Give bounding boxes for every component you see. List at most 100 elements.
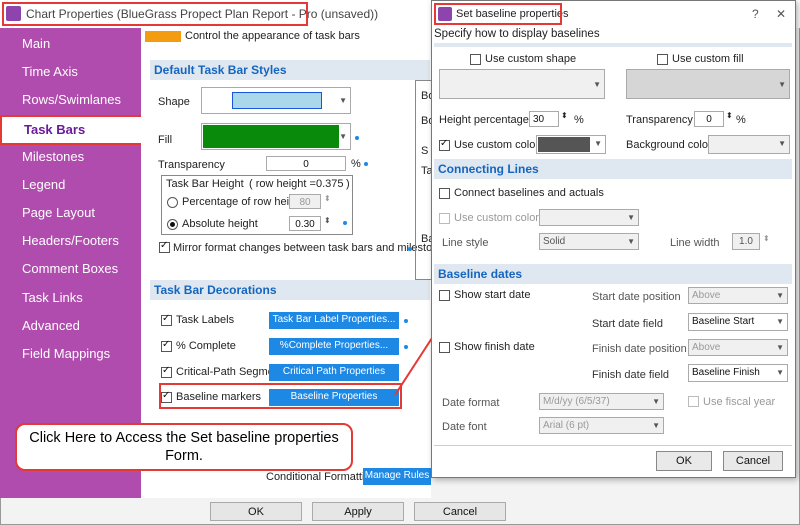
- line-color-dropdown[interactable]: ▼: [539, 209, 639, 226]
- cancel-button[interactable]: Cancel: [414, 502, 506, 521]
- chevron-down-icon: ▼: [339, 96, 347, 105]
- use-fiscal-year-checkbox[interactable]: [688, 396, 699, 407]
- percent-row-input[interactable]: 80: [289, 194, 321, 209]
- spinner-icon[interactable]: ⬍: [726, 111, 733, 120]
- info-dot: [408, 247, 412, 251]
- shape-dropdown[interactable]: ▼: [201, 87, 351, 114]
- task-labels-checkbox[interactable]: [161, 313, 172, 326]
- sidebar-item-task-links[interactable]: Task Links: [0, 285, 141, 311]
- critical-path-checkbox[interactable]: [161, 365, 172, 378]
- sidebar-item-time-axis[interactable]: Time Axis: [0, 59, 141, 85]
- percent-complete-checkbox[interactable]: [161, 339, 172, 352]
- ok-button[interactable]: OK: [210, 502, 302, 521]
- use-custom-color-label: Use custom color: [454, 139, 539, 151]
- sidebar-item-task-bars[interactable]: Task Bars: [0, 115, 146, 145]
- critical-path-properties-button[interactable]: Critical Path Properties: [269, 364, 399, 381]
- task-bar-swatch-icon: [145, 31, 181, 42]
- line-width-input[interactable]: 1.0: [732, 233, 760, 250]
- chevron-down-icon: ▼: [776, 343, 784, 352]
- spinner-icon[interactable]: ⬍: [324, 216, 331, 225]
- sidebar-item-milestones[interactable]: Milestones: [0, 144, 141, 170]
- absolute-height-radio[interactable]: [167, 219, 178, 230]
- chevron-down-icon: ▼: [627, 213, 635, 222]
- date-format-dropdown[interactable]: M/d/yy (6/5/37) ▼: [539, 393, 664, 410]
- connect-baselines-label: Connect baselines and actuals: [454, 187, 604, 199]
- sidebar-item-main[interactable]: Main: [0, 31, 141, 57]
- close-icon[interactable]: ✕: [776, 7, 786, 21]
- absolute-height-label: Absolute height: [182, 218, 258, 230]
- title-highlight: [2, 2, 308, 26]
- absolute-height-input[interactable]: 0.30: [289, 216, 321, 231]
- callout-box: Click Here to Access the Set baseline pr…: [15, 423, 353, 471]
- sidebar-item-comment-boxes[interactable]: Comment Boxes: [0, 256, 141, 282]
- chevron-down-icon: ▼: [339, 132, 347, 141]
- custom-fill-dropdown[interactable]: ▼: [626, 69, 790, 99]
- shape-preview: [232, 92, 322, 109]
- sidebar-item-rows-swimlanes[interactable]: Rows/Swimlanes: [0, 87, 141, 113]
- percent-row-label: Percentage of row height: [182, 196, 305, 208]
- finish-date-field-label: Finish date field: [592, 369, 670, 381]
- spinner-icon[interactable]: ⬍: [763, 234, 770, 243]
- custom-color-dropdown[interactable]: ▼: [536, 135, 606, 154]
- start-date-field-label: Start date field: [592, 318, 663, 330]
- use-custom-color-checkbox[interactable]: [439, 138, 450, 151]
- use-custom-shape-checkbox[interactable]: [470, 54, 481, 65]
- sidebar-item-page-layout[interactable]: Page Layout: [0, 200, 141, 226]
- date-font-dropdown[interactable]: Arial (6 pt) ▼: [539, 417, 664, 434]
- finish-date-position-label: Finish date position: [592, 343, 687, 355]
- height-percentage-input[interactable]: 30: [529, 111, 559, 127]
- finish-date-field-value: Baseline Finish: [692, 367, 760, 378]
- baseline-highlight: [159, 383, 402, 409]
- dialog-cancel-button[interactable]: Cancel: [723, 451, 783, 471]
- divider: [434, 43, 792, 47]
- use-custom-fill-checkbox[interactable]: [657, 54, 668, 65]
- manage-rules-button[interactable]: Manage Rules: [363, 468, 431, 485]
- start-date-field-dropdown[interactable]: Baseline Start ▼: [688, 313, 788, 331]
- background-color-dropdown[interactable]: ▼: [708, 135, 790, 154]
- percent-row-radio[interactable]: [167, 197, 178, 208]
- show-finish-date-checkbox[interactable]: [439, 342, 450, 353]
- date-font-label: Date font: [442, 421, 487, 433]
- chevron-down-icon: ▼: [776, 368, 784, 377]
- mirror-checkbox[interactable]: [159, 240, 170, 253]
- sidebar-item-field-mappings[interactable]: Field Mappings: [0, 341, 141, 367]
- dialog-title-highlight: [434, 3, 562, 25]
- custom-shape-dropdown[interactable]: ▼: [439, 69, 605, 99]
- task-bar-label-properties-button[interactable]: Task Bar Label Properties...: [269, 312, 399, 329]
- percent-complete-label: % Complete: [176, 340, 236, 352]
- info-dot: [364, 162, 368, 166]
- finish-date-position-dropdown[interactable]: Above ▼: [688, 339, 788, 356]
- fill-color-preview: [203, 125, 339, 148]
- sidebar-item-headers-footers[interactable]: Headers/Footers: [0, 228, 141, 254]
- conditional-formatting-label: Conditional Formatting: [266, 471, 377, 483]
- connect-baselines-checkbox[interactable]: [439, 188, 450, 199]
- show-start-date-label: Show start date: [454, 289, 531, 301]
- line-style-value: Solid: [543, 236, 566, 247]
- start-date-field-value: Baseline Start: [692, 316, 755, 327]
- sidebar-item-legend[interactable]: Legend: [0, 172, 141, 198]
- dialog-transparency-input[interactable]: 0: [694, 111, 724, 127]
- finish-date-field-dropdown[interactable]: Baseline Finish ▼: [688, 364, 788, 382]
- percent-complete-properties-button[interactable]: %Complete Properties...: [269, 338, 399, 355]
- row-height-note: ( row height =: [249, 178, 316, 190]
- show-start-date-checkbox[interactable]: [439, 290, 450, 301]
- help-icon[interactable]: ?: [752, 7, 759, 21]
- apply-button[interactable]: Apply: [312, 502, 404, 521]
- height-group-label: Task Bar Height: [166, 178, 244, 190]
- chevron-down-icon: ▼: [627, 237, 635, 246]
- fill-dropdown[interactable]: ▼: [201, 123, 351, 150]
- spinner-icon[interactable]: ⬍: [324, 194, 331, 203]
- dialog-ok-button[interactable]: OK: [656, 451, 712, 471]
- percent-label: %: [736, 114, 746, 126]
- spinner-icon[interactable]: ⬍: [561, 111, 568, 120]
- show-finish-date-label: Show finish date: [454, 341, 535, 353]
- default-styles-heading: Default Task Bar Styles: [150, 60, 430, 80]
- line-style-dropdown[interactable]: Solid ▼: [539, 233, 639, 250]
- transparency-input[interactable]: 0: [266, 156, 346, 171]
- start-date-position-dropdown[interactable]: Above ▼: [688, 287, 788, 304]
- top-note: Control the appearance of task bars: [185, 30, 360, 42]
- use-custom-color-2-checkbox[interactable]: [439, 213, 450, 224]
- finish-date-position-value: Above: [692, 342, 721, 353]
- sidebar-item-advanced[interactable]: Advanced: [0, 313, 141, 339]
- task-labels-label: Task Labels: [176, 314, 235, 326]
